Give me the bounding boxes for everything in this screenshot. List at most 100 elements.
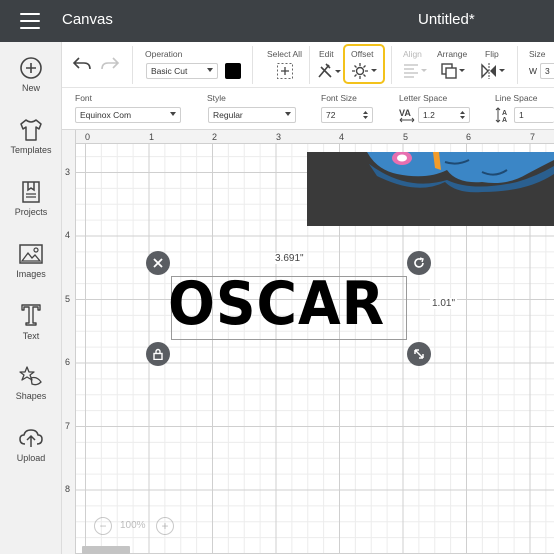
text-object[interactable]: OSCAR: [168, 268, 385, 340]
document-title[interactable]: Untitled*: [418, 11, 475, 28]
shapes-icon: [19, 366, 42, 386]
sidebar-label-projects: Projects: [14, 207, 48, 217]
svg-text:A: A: [502, 117, 507, 123]
style-label: Style: [207, 93, 226, 103]
svg-text:A: A: [502, 110, 507, 117]
ruler-tick: 3: [276, 132, 282, 142]
sidebar-label-images: Images: [16, 269, 46, 279]
bookmark-icon: [22, 181, 40, 203]
flip-label: Flip: [485, 49, 499, 59]
rotate-handle[interactable]: [407, 251, 431, 275]
size-width-input[interactable]: 3: [540, 63, 554, 79]
font-label: Font: [75, 93, 93, 103]
line-space-label: Line Space: [495, 93, 538, 103]
font-size-label: Font Size: [321, 93, 357, 103]
toolbar-divider: [309, 46, 310, 84]
sidebar-item-new[interactable]: New: [0, 56, 62, 112]
design-canvas[interactable]: 0 1 2 3 4 5 6 7 3 4 5 6 7 8 OSCAR 3.691"…: [62, 130, 554, 554]
lock-icon: [153, 348, 163, 360]
stepper-icon[interactable]: [459, 110, 466, 120]
font-value: Equinox Com: [80, 110, 132, 120]
ruler-tick: 4: [65, 230, 71, 240]
font-size-input[interactable]: 72: [321, 107, 373, 123]
size-width-label: W: [529, 66, 538, 76]
ruler-tick: 8: [65, 484, 71, 494]
plus-icon: [20, 57, 42, 79]
style-select[interactable]: Regular: [208, 107, 296, 123]
svg-text:VA: VA: [399, 108, 411, 118]
stepper-icon[interactable]: [362, 110, 369, 120]
image-icon: [19, 244, 43, 264]
resize-handle[interactable]: [407, 342, 431, 366]
undo-icon[interactable]: [72, 56, 92, 72]
arrange-icon[interactable]: [440, 62, 466, 80]
zoom-in-button[interactable]: +: [156, 517, 174, 535]
letter-space-icon: VA: [399, 108, 415, 123]
operation-label: Operation: [145, 49, 183, 59]
ruler-tick: 2: [212, 132, 218, 142]
line-space-input[interactable]: 1: [514, 107, 554, 123]
ruler-tick: 6: [466, 132, 472, 142]
ruler-tick: 6: [65, 357, 71, 367]
edit-label: Edit: [319, 49, 334, 59]
select-all-label: Select All: [267, 49, 302, 59]
zoom-controls: − 100% +: [90, 514, 178, 538]
sidebar-item-images[interactable]: Images: [0, 242, 62, 298]
flip-icon[interactable]: [480, 62, 506, 80]
left-ruler: 3 4 5 6 7 8: [62, 130, 76, 554]
close-icon: [153, 258, 163, 268]
image-object[interactable]: [307, 152, 554, 226]
sidebar-item-projects[interactable]: Projects: [0, 180, 62, 236]
toolbar-divider: [517, 46, 518, 84]
style-value: Regular: [213, 110, 243, 120]
color-swatch[interactable]: [225, 63, 241, 79]
ruler-tick: 4: [339, 132, 345, 142]
ruler-tick: 5: [65, 294, 71, 304]
sidebar-item-upload[interactable]: Upload: [0, 426, 62, 482]
font-select[interactable]: Equinox Com: [75, 107, 181, 123]
ruler-tick: 0: [85, 132, 91, 142]
ruler-tick: 1: [149, 132, 155, 142]
zoom-out-button[interactable]: −: [94, 517, 112, 535]
offset-label: Offset: [351, 49, 374, 59]
font-size-value: 72: [326, 110, 336, 120]
ruler-tick: 7: [530, 132, 536, 142]
upload-icon: [19, 429, 43, 447]
chevron-down-icon: [207, 68, 213, 72]
sidebar-label-text: Text: [22, 331, 40, 341]
left-sidebar: New Templates Projects Images Text Shape…: [0, 42, 62, 554]
text-icon: [21, 304, 41, 326]
sidebar-label-shapes: Shapes: [15, 391, 47, 401]
edit-tools-icon[interactable]: [316, 62, 342, 80]
hamburger-menu-icon[interactable]: [20, 13, 40, 29]
sidebar-item-templates[interactable]: Templates: [0, 118, 62, 174]
zoom-level: 100%: [120, 520, 146, 531]
ruler-tick: 5: [403, 132, 409, 142]
operation-select[interactable]: Basic Cut: [146, 63, 218, 79]
app-title: Canvas: [62, 11, 113, 28]
horizontal-scrollbar[interactable]: [82, 546, 130, 554]
chevron-down-icon: [170, 112, 176, 116]
width-dimension-label: 3.691": [273, 253, 306, 264]
letter-space-label: Letter Space: [399, 93, 448, 103]
app-header: Canvas Untitled*: [0, 0, 554, 42]
letter-space-input[interactable]: 1.2: [418, 107, 470, 123]
offset-icon[interactable]: [351, 62, 379, 80]
text-toolbar: Font Equinox Com Style Regular Font Size…: [62, 88, 554, 130]
sidebar-label-upload: Upload: [16, 453, 46, 463]
select-all-icon[interactable]: [276, 62, 294, 80]
align-label: Align: [403, 49, 422, 59]
ruler-tick: 3: [65, 167, 71, 177]
sidebar-item-shapes[interactable]: Shapes: [0, 364, 62, 420]
lock-handle[interactable]: [146, 342, 170, 366]
sidebar-item-text[interactable]: Text: [0, 302, 62, 358]
line-space-value: 1: [519, 110, 524, 120]
redo-icon[interactable]: [100, 56, 120, 72]
delete-handle[interactable]: [146, 251, 170, 275]
align-icon[interactable]: [402, 63, 428, 79]
edit-toolbar: Operation Basic Cut Select All Edit Offs…: [62, 42, 554, 88]
line-space-icon: AA: [495, 107, 507, 123]
size-width-value: 3: [545, 66, 550, 76]
sidebar-label-templates: Templates: [10, 145, 52, 155]
top-ruler: 0 1 2 3 4 5 6 7: [62, 130, 554, 144]
